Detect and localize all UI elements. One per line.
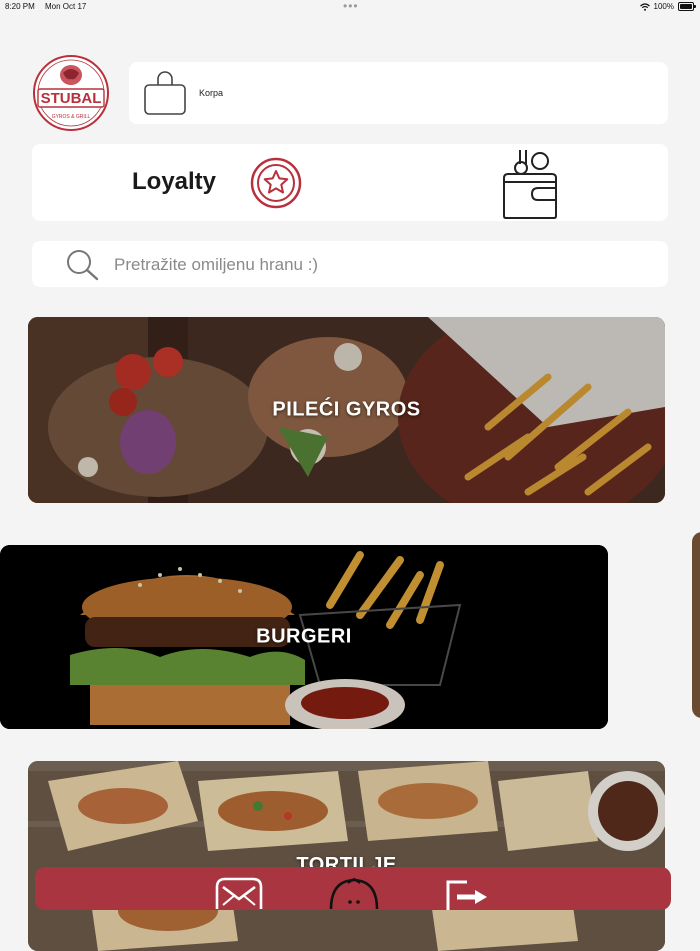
search-icon	[67, 250, 99, 281]
battery-icon	[678, 2, 696, 11]
loyalty-card[interactable]: Loyalty	[32, 144, 668, 221]
wallet-coins-icon[interactable]	[500, 148, 560, 220]
shopping-bag-icon	[144, 71, 186, 115]
stubal-logo: STUBAL GYROS & GRILL	[33, 55, 109, 131]
star-circle-icon[interactable]	[250, 157, 302, 209]
category-label: PILEĆI GYROS	[272, 398, 421, 421]
cart-card[interactable]: Korpa	[129, 62, 668, 124]
category-banner-gyros[interactable]: PILEĆI GYROS	[28, 317, 665, 503]
search-input[interactable]	[112, 251, 636, 279]
home-icon[interactable]	[329, 877, 379, 910]
status-indicators: 100%	[639, 2, 696, 11]
category-label: BURGERI	[256, 625, 352, 648]
category-banner-burgeri[interactable]: BURGERI	[0, 545, 608, 729]
cart-label: Korpa	[199, 88, 224, 98]
envelope-icon[interactable]	[215, 877, 263, 910]
multitasking-dots-icon[interactable]: •••	[343, 0, 359, 13]
category-banner-peek[interactable]	[692, 532, 700, 718]
status-time: 8:20 PM	[5, 2, 35, 11]
logout-icon[interactable]	[445, 877, 489, 910]
search-bar[interactable]	[32, 241, 668, 287]
status-bar: 8:20 PM Mon Oct 17 ••• 100%	[0, 0, 700, 16]
logo-tagline: GYROS & GRILL	[52, 114, 91, 120]
battery-percent: 100%	[653, 2, 674, 11]
bottom-nav	[35, 867, 671, 910]
logo-wordmark: STUBAL	[41, 90, 102, 107]
category-banner-tortilje[interactable]: TORTILJE	[28, 761, 665, 951]
wifi-icon	[639, 2, 650, 11]
status-date: Mon Oct 17	[45, 2, 87, 11]
loyalty-label: Loyalty	[132, 168, 217, 195]
